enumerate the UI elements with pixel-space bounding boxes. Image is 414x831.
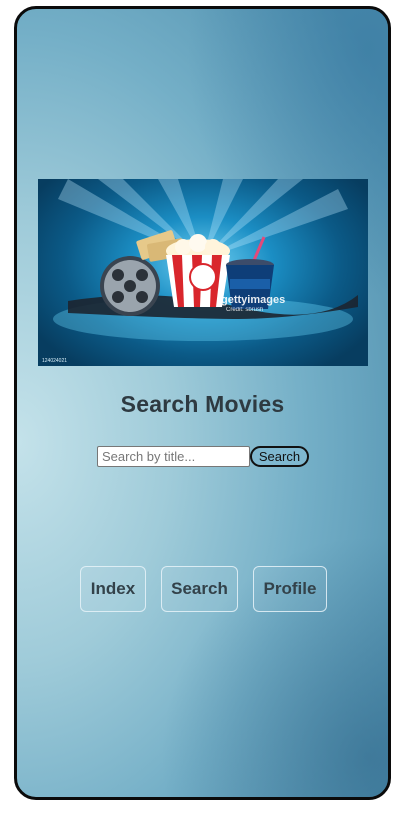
nav-index-button[interactable]: Index [80,566,146,612]
page-title: Search Movies [120,391,285,417]
search-input[interactable] [97,446,250,467]
phone-frame: gettyimages Credit: sbrush 124024021 Sea… [14,6,391,800]
nav-profile-button[interactable]: Profile [253,566,327,612]
image-id: 124024021 [42,358,68,364]
nav-search-button[interactable]: Search [161,566,238,612]
film-reel-icon [100,256,160,316]
search-button[interactable]: Search [250,446,309,467]
hero-illustration: gettyimages Credit: sbrush [53,179,358,341]
hero-image: gettyimages Credit: sbrush 124024021 [38,179,368,366]
watermark-text: gettyimages [221,294,285,306]
watermark-credit: Credit: sbrush [226,307,263,313]
